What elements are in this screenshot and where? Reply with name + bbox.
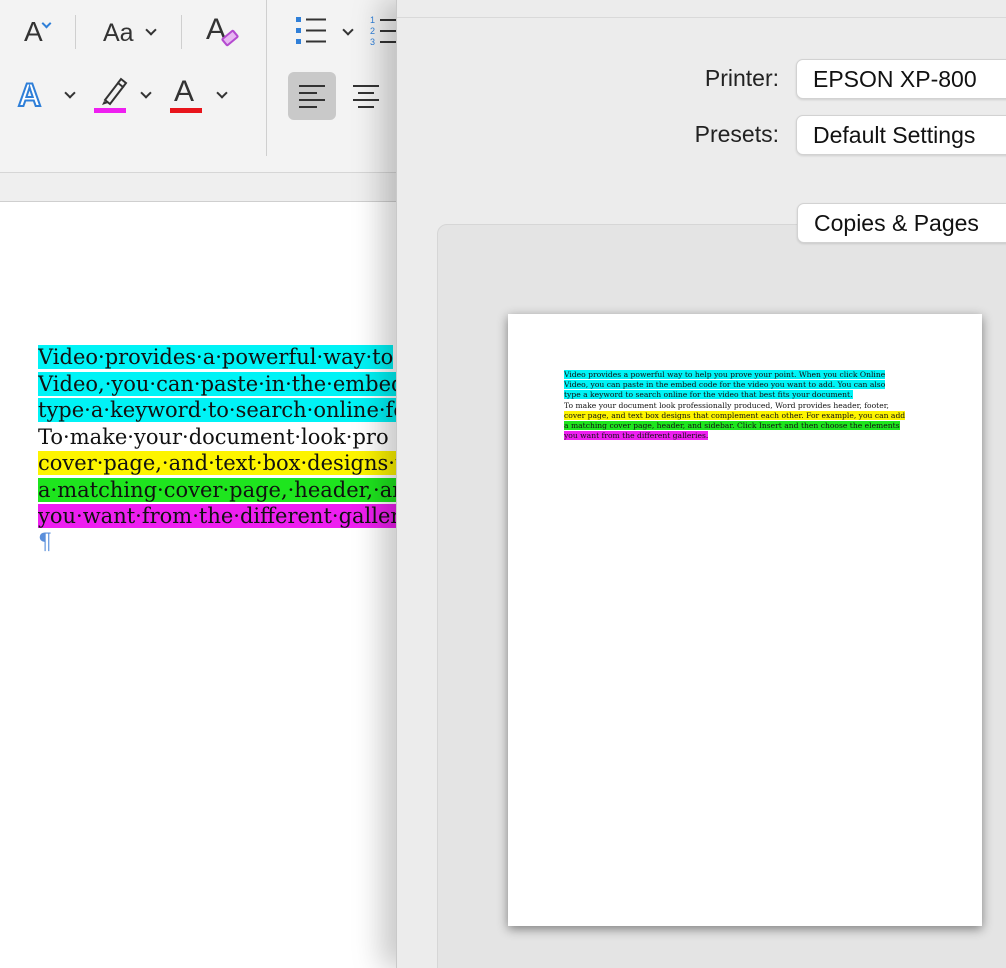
change-case-icon: Aa [99, 15, 159, 51]
print-preview-page: Video provides a powerful way to help yo… [508, 314, 982, 926]
document-canvas[interactable]: Video·provides·a·powerful·way·to Video,·y… [0, 203, 400, 968]
svg-text:1: 1 [370, 15, 375, 25]
preview-line: Video, you can paste in the embed code f… [564, 380, 905, 390]
section-popup[interactable]: Copies & Pages [797, 203, 1006, 243]
document-line-text[interactable]: you·want·from·the·different·galler [38, 504, 400, 528]
preview-line-text: To make your document look professionall… [564, 400, 889, 410]
text-effects-icon: A [14, 75, 80, 115]
preview-line-text: Video, you can paste in the embed code f… [564, 380, 886, 390]
preview-line: cover page, and text box designs that co… [564, 410, 906, 421]
document-line[interactable]: Video,·you·can·paste·in·the·embed [38, 371, 400, 398]
document-line-text[interactable]: cover·page,·and·text·box·designs·t [38, 451, 400, 475]
ruler-area [0, 172, 400, 202]
preview-line: Video provides a powerful way to help yo… [564, 370, 905, 380]
align-center-icon [353, 85, 379, 108]
text-effects-button[interactable]: A [14, 74, 80, 116]
document-line[interactable]: type·a·keyword·to·search·online·fo [38, 397, 400, 424]
document-line[interactable]: a·matching·cover·page,·header,·ar [38, 477, 400, 504]
document-line[interactable]: To·make·your·document·look·pro [38, 424, 400, 451]
svg-text:2: 2 [370, 26, 375, 36]
ribbon-divider [181, 15, 182, 49]
svg-text:3: 3 [370, 37, 375, 47]
ribbon: A Aa A A A 1 2 3 [0, 0, 400, 172]
numbered-list-icon: 1 2 3 [366, 12, 400, 52]
clear-formatting-button[interactable]: A [198, 12, 242, 52]
align-left-button[interactable] [288, 72, 336, 120]
change-case-button[interactable]: Aa [96, 14, 162, 52]
preview-line: you want from the different galleries. [564, 431, 905, 441]
dialog-divider [397, 17, 1006, 18]
highlight-color-swatch [94, 108, 126, 113]
font-color-swatch [170, 108, 202, 113]
document-line-text[interactable]: Video,·you·can·paste·in·the·embed [38, 371, 400, 396]
preview-line: To make your document look professionall… [564, 401, 905, 411]
document-line[interactable]: you·want·from·the·different·galler [38, 503, 400, 530]
chevron-down-icon [64, 87, 76, 99]
chevron-down-icon [342, 24, 354, 36]
clear-formatting-icon: A [200, 13, 240, 51]
bullet-list-icon [290, 12, 360, 52]
bullets-button[interactable] [290, 12, 360, 52]
align-center-button[interactable] [342, 72, 390, 120]
preview-line: type a keyword to search online for the … [564, 390, 905, 400]
font-color-icon: A [168, 75, 234, 115]
chevron-down-icon [145, 24, 157, 36]
preview-line-text: a matching cover page, header, and sideb… [564, 420, 900, 430]
presets-popup[interactable]: Default Settings [796, 115, 1006, 155]
printer-popup[interactable]: EPSON XP-800 [796, 59, 1006, 99]
document-line-text[interactable]: a·matching·cover·page,·header,·ar [38, 477, 400, 502]
numbering-button[interactable]: 1 2 3 [366, 12, 400, 52]
preview-line-text: Video provides a powerful way to help yo… [564, 370, 886, 379]
document-line[interactable]: cover·page,·and·text·box·designs·t [38, 450, 400, 477]
chevron-down-icon [216, 87, 228, 99]
highlight-color-button[interactable] [92, 74, 158, 116]
font-size-increase-button[interactable]: A [14, 12, 58, 52]
presets-label: Presets: [694, 121, 779, 147]
preview-text: Video provides a powerful way to help yo… [564, 370, 906, 441]
ribbon-divider [75, 15, 76, 49]
caret-up-icon [41, 18, 52, 29]
document-line-text[interactable]: To·make·your·document·look·pro [38, 425, 389, 449]
align-left-icon [299, 85, 325, 108]
font-color-button[interactable]: A [168, 74, 234, 116]
preview-line-text: you want from the different galleries. [564, 431, 709, 441]
document-line-text[interactable]: Video·provides·a·powerful·way·to [38, 345, 394, 369]
highlighter-icon [92, 75, 158, 115]
chevron-down-icon [140, 87, 152, 99]
preview-line: a matching cover page, header, and sideb… [564, 420, 905, 431]
ribbon-divider [266, 0, 267, 156]
preview-line-text: cover page, and text box designs that co… [564, 410, 906, 420]
preview-line-text: type a keyword to search online for the … [564, 390, 853, 400]
document-body[interactable]: Video·provides·a·powerful·way·to Video,·y… [38, 344, 400, 530]
document-line[interactable]: Video·provides·a·powerful·way·to [38, 344, 400, 371]
document-line-text[interactable]: type·a·keyword·to·search·online·fo [38, 398, 400, 422]
paragraph-mark: ¶ [38, 530, 52, 555]
printer-label: Printer: [704, 65, 779, 91]
font-size-increase-icon: A [18, 14, 54, 50]
